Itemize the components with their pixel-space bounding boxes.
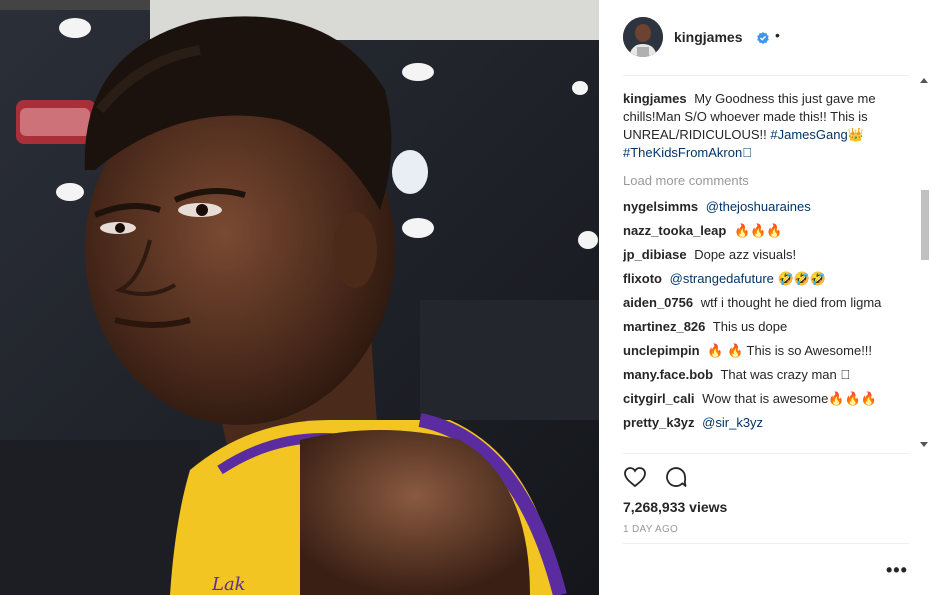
post-details-panel: kingjames • kingjames My Goodness this j… xyxy=(599,0,931,595)
comment-item: unclepimpin 🔥 🔥 This is so Awesome!!! xyxy=(623,342,905,360)
comment-item: pretty_k3yz @sir_k3yz xyxy=(623,414,905,432)
comment-item: nazz_tooka_leap 🔥🔥🔥 xyxy=(623,222,905,240)
comment-text: That was crazy man 🏾 xyxy=(720,367,851,382)
avatar[interactable] xyxy=(623,17,663,57)
comment-button[interactable] xyxy=(664,465,688,489)
comments-list[interactable]: kingjames My Goodness this just gave me … xyxy=(623,90,905,452)
post-timestamp[interactable]: 1 DAY AGO xyxy=(623,524,678,535)
footer-divider xyxy=(623,543,909,544)
comment-item: aiden_0756 wtf i thought he died from li… xyxy=(623,294,905,312)
svg-text:Lak: Lak xyxy=(211,574,246,595)
view-count[interactable]: 7,268,933 views xyxy=(623,499,727,515)
comment-text: Wow that is awesome🔥🔥🔥 xyxy=(702,391,877,406)
post-username[interactable]: kingjames xyxy=(674,29,742,45)
comments-scrollbar[interactable] xyxy=(917,76,931,452)
header-divider xyxy=(623,75,909,76)
comment-item: martinez_826 This us dope xyxy=(623,318,905,336)
comment-item: nygelsimms @thejoshuaraines xyxy=(623,198,905,216)
post-video[interactable]: Lak xyxy=(0,0,599,595)
scrollbar-thumb[interactable] xyxy=(921,190,929,260)
comment-item: citygirl_cali Wow that is awesome🔥🔥🔥 xyxy=(623,390,905,408)
comment-text: 🔥 🔥 This is so Awesome!!! xyxy=(707,343,873,358)
comment-item: many.face.bob That was crazy man 🏾 xyxy=(623,366,905,384)
comment-text: wtf i thought he died from ligma xyxy=(700,295,882,310)
load-more-comments-link[interactable]: Load more comments xyxy=(623,172,905,190)
post-header: kingjames • xyxy=(599,0,931,76)
comment-username[interactable]: unclepimpin xyxy=(623,343,700,358)
comment-item: jp_dibiase Dope azz visuals! xyxy=(623,246,905,264)
comment-mention[interactable]: @thejoshuaraines xyxy=(706,199,811,214)
video-frame-illustration: Lak xyxy=(0,0,599,595)
post-caption: kingjames My Goodness this just gave me … xyxy=(623,90,905,162)
more-options-button[interactable]: ••• xyxy=(886,560,908,581)
comment-text: This us dope xyxy=(712,319,788,334)
crown-emoji: 👑 xyxy=(847,127,864,142)
comment-text: 🤣🤣🤣 xyxy=(777,271,827,286)
actions-divider xyxy=(623,453,909,454)
hashtag-jamesgang[interactable]: #JamesGang xyxy=(770,127,847,142)
like-button[interactable] xyxy=(623,465,647,489)
comment-username[interactable]: jp_dibiase xyxy=(623,247,687,262)
header-dot: • xyxy=(775,27,780,43)
heart-icon xyxy=(624,467,646,488)
comment-text: 🔥🔥🔥 xyxy=(733,223,783,238)
comment-username[interactable]: pretty_k3yz xyxy=(623,415,695,430)
comment-username[interactable]: citygirl_cali xyxy=(623,391,695,406)
comment-mention[interactable]: @sir_k3yz xyxy=(702,415,763,430)
comment-username[interactable]: martinez_826 xyxy=(623,319,705,334)
scroll-down-arrow-icon[interactable] xyxy=(920,442,928,447)
comment-mention[interactable]: @strangedafuture xyxy=(670,271,774,286)
comment-bubble-icon xyxy=(666,467,687,487)
scroll-up-arrow-icon[interactable] xyxy=(920,78,928,83)
verified-badge-icon xyxy=(757,31,769,44)
hashtag-thekidsfromakron[interactable]: #TheKidsFromAkron xyxy=(623,145,752,160)
caption-username[interactable]: kingjames xyxy=(623,91,687,106)
comment-item: flixoto @strangedafuture 🤣🤣🤣 xyxy=(623,270,905,288)
comment-username[interactable]: flixoto xyxy=(623,271,662,286)
comment-username[interactable]: nygelsimms xyxy=(623,199,698,214)
comment-username[interactable]: aiden_0756 xyxy=(623,295,693,310)
comment-text: Dope azz visuals! xyxy=(694,247,797,262)
comment-username[interactable]: many.face.bob xyxy=(623,367,713,382)
avatar-image xyxy=(623,17,663,57)
comment-username[interactable]: nazz_tooka_leap xyxy=(623,223,726,238)
